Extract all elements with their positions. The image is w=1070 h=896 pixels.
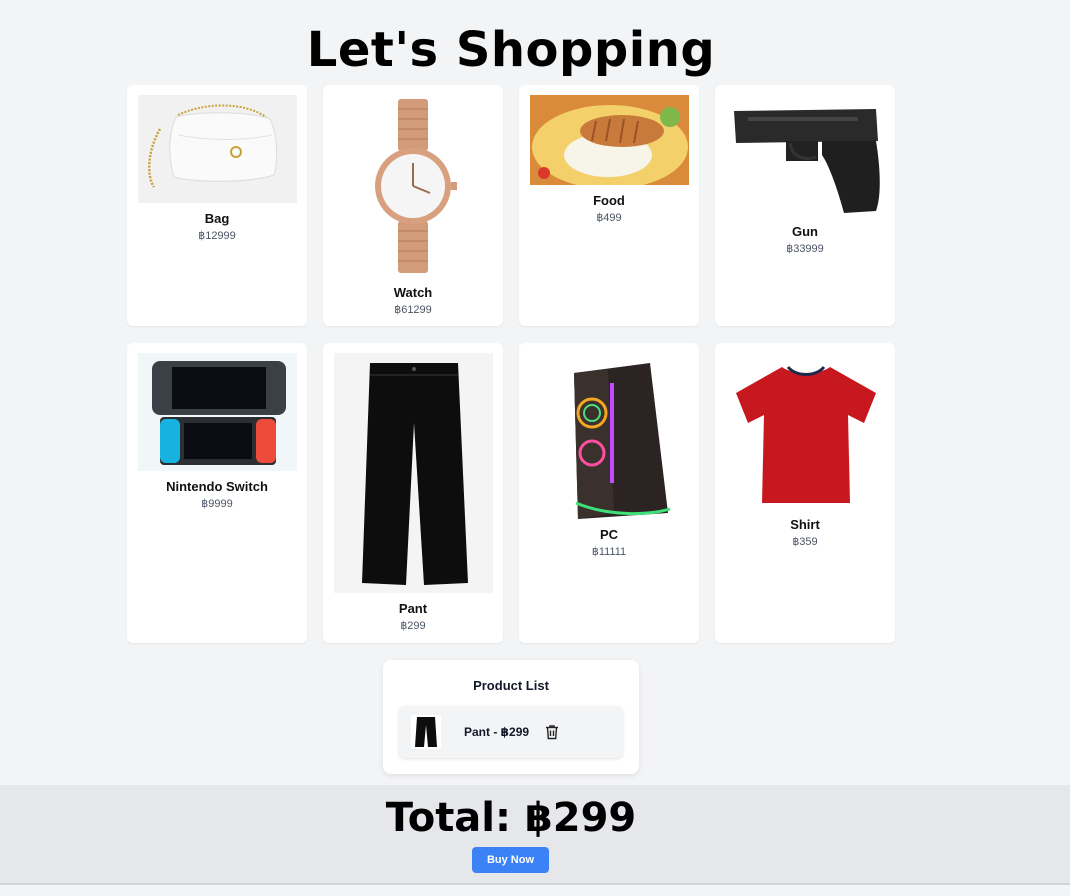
total-amount: Total: ฿299: [385, 795, 637, 841]
pant-image: [333, 353, 493, 593]
shirt-image: [725, 353, 885, 509]
page-title: Let's Shopping: [306, 22, 716, 78]
product-card-food[interactable]: Food ฿499: [519, 85, 699, 326]
product-name: Shirt: [790, 517, 820, 532]
product-card-bag[interactable]: Bag ฿12999: [127, 85, 307, 326]
product-name: Pant: [398, 601, 428, 616]
product-card-nintendo-switch[interactable]: Nintendo Switch ฿9999: [127, 343, 307, 643]
product-name: Food: [593, 193, 625, 208]
product-name: Gun: [792, 224, 818, 239]
product-price: ฿299: [400, 620, 426, 632]
product-price: ฿9999: [201, 498, 233, 510]
watch-image: [333, 95, 493, 277]
product-price: ฿499: [596, 212, 622, 224]
checkout-footer: Total: ฿299 Buy Now: [0, 785, 1070, 885]
trash-icon[interactable]: [543, 723, 561, 741]
product-price: ฿61299: [394, 304, 432, 316]
product-card-gun[interactable]: Gun ฿33999: [715, 85, 895, 326]
product-card-pant[interactable]: Pant ฿299: [323, 343, 503, 643]
product-card-pc[interactable]: PC ฿11111: [519, 343, 699, 643]
product-name: Watch: [393, 285, 433, 300]
product-name: PC: [599, 527, 619, 542]
food-image: [529, 95, 689, 185]
product-price: ฿33999: [786, 243, 824, 255]
product-price: ฿359: [792, 536, 818, 548]
product-name: Bag: [204, 211, 230, 226]
product-card-watch[interactable]: Watch ฿61299: [323, 85, 503, 326]
list-item: Pant - ฿299: [399, 706, 623, 758]
product-list-panel: Product List Pant - ฿299: [383, 660, 639, 774]
pant-thumbnail: [411, 715, 441, 749]
product-list-title: Product List: [473, 678, 549, 693]
product-price: ฿12999: [198, 230, 236, 242]
gun-image: [725, 95, 885, 216]
pc-image: [529, 353, 689, 519]
product-name: Nintendo Switch: [166, 479, 268, 494]
buy-now-button[interactable]: Buy Now: [472, 847, 549, 873]
nintendo-switch-image: [137, 353, 297, 471]
product-card-shirt[interactable]: Shirt ฿359: [715, 343, 895, 643]
product-price: ฿11111: [591, 546, 627, 558]
bag-image: [137, 95, 297, 203]
list-item-label: Pant - ฿299: [464, 725, 530, 739]
